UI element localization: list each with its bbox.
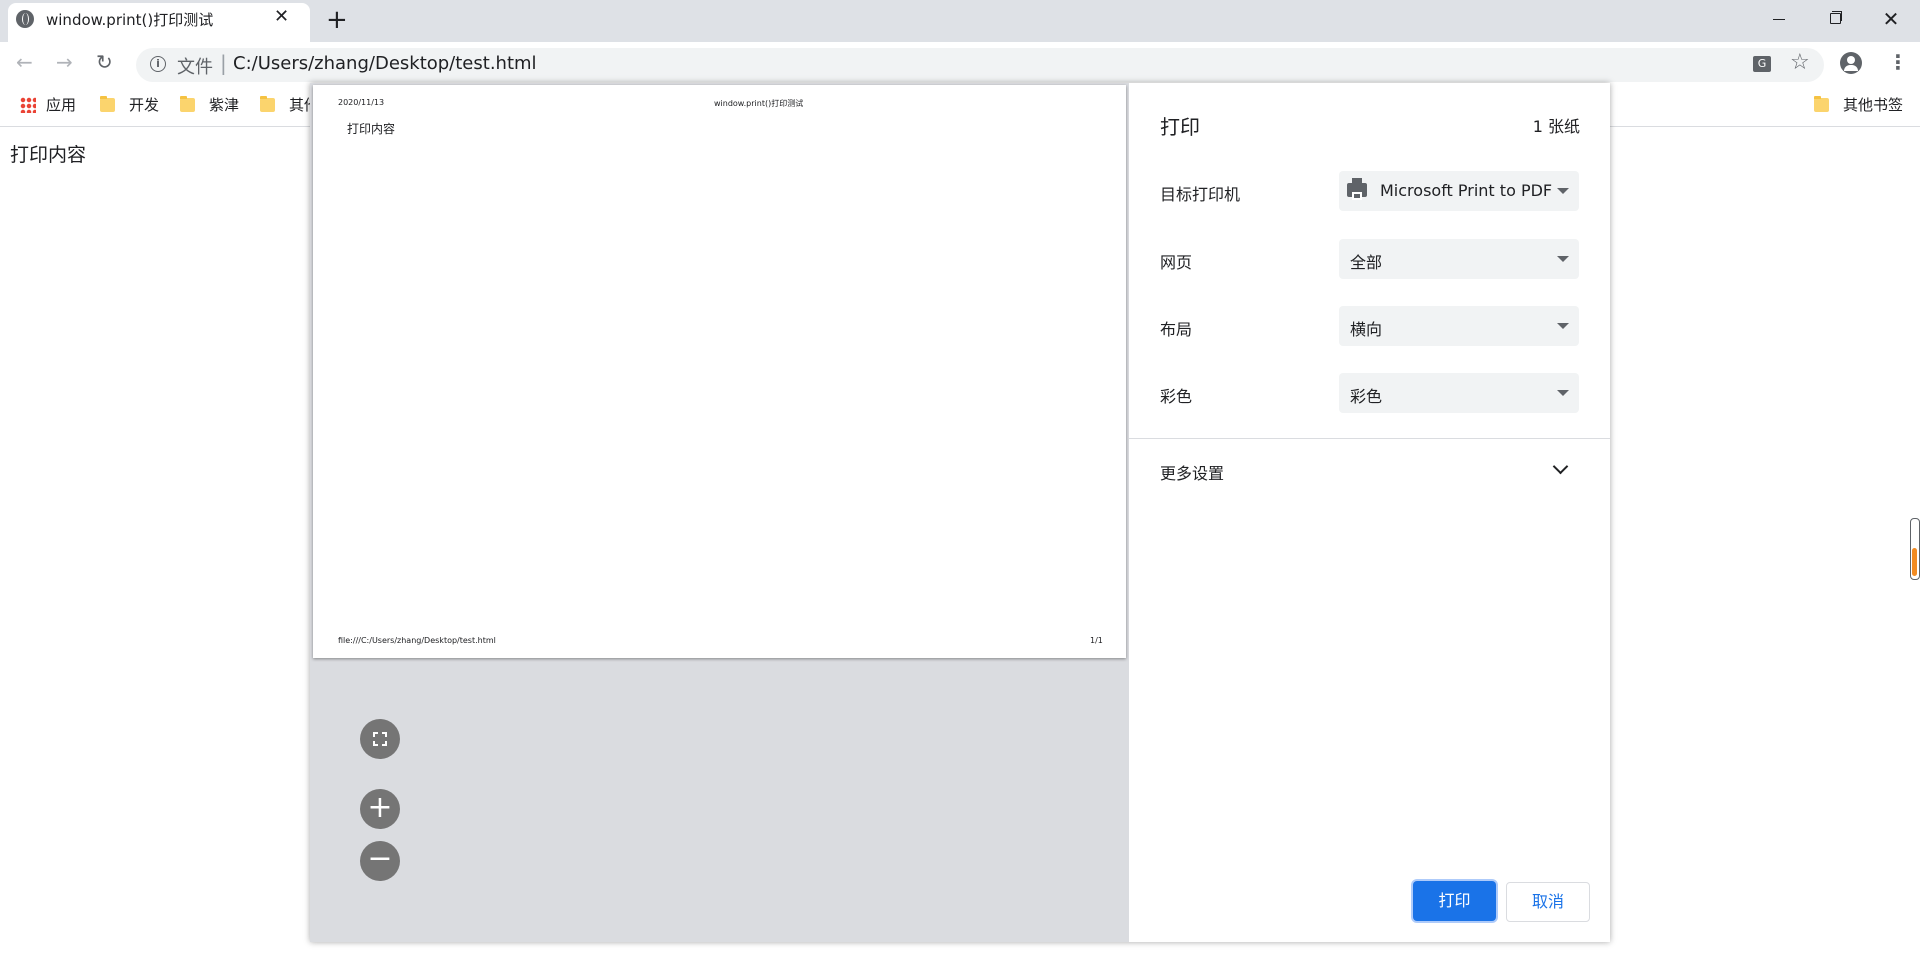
dropdown-arrow-icon — [1557, 390, 1569, 396]
back-arrow-icon[interactable]: ← — [16, 50, 33, 74]
address-scheme-label: 文件 — [177, 57, 213, 78]
profile-avatar-icon[interactable] — [1840, 52, 1862, 74]
new-tab-button[interactable]: + — [326, 5, 348, 35]
tab-close-icon[interactable]: ✕ — [274, 6, 289, 27]
address-separator: | — [220, 51, 227, 75]
preview-footer-url: file:///C:/Users/zhang/Desktop/test.html — [338, 636, 496, 645]
page-content-text: 打印内容 — [10, 144, 87, 166]
fit-icon — [372, 731, 388, 747]
translate-icon[interactable]: G — [1753, 56, 1771, 72]
other-bookmarks[interactable]: 其他书签 — [1814, 94, 1903, 116]
globe-icon — [16, 10, 34, 28]
print-button[interactable]: 打印 — [1413, 881, 1496, 921]
folder-icon — [100, 96, 115, 112]
layout-value: 横向 — [1350, 320, 1383, 339]
restore-button[interactable] — [1812, 4, 1858, 34]
bookmark-label: 紫津 — [209, 96, 240, 114]
preview-header-title: window.print()打印测试 — [714, 99, 804, 108]
pages-value: 全部 — [1350, 253, 1383, 272]
bookmark-label: 其他书签 — [1843, 96, 1904, 114]
dropdown-arrow-icon — [1557, 256, 1569, 262]
forward-arrow-icon[interactable]: → — [56, 50, 73, 74]
print-title: 打印 — [1160, 115, 1200, 139]
address-url[interactable]: C:/Users/zhang/Desktop/test.html — [233, 53, 537, 74]
minimize-button[interactable] — [1756, 4, 1802, 34]
layout-select[interactable]: 横向 — [1339, 306, 1579, 346]
bookmark-apps[interactable]: 应用 — [46, 94, 76, 116]
preview-body-text: 打印内容 — [347, 122, 396, 136]
printer-select[interactable]: Microsoft Print to PDF — [1339, 171, 1579, 211]
printer-value: Microsoft Print to PDF — [1380, 181, 1553, 200]
bookmark-label: 开发 — [129, 96, 160, 114]
apps-grid-icon[interactable] — [20, 97, 36, 113]
preview-header-date: 2020/11/13 — [338, 98, 385, 107]
reload-icon[interactable]: ↻ — [96, 50, 113, 74]
pages-label: 网页 — [1160, 253, 1193, 272]
more-settings-toggle[interactable]: 更多设置 — [1160, 460, 1224, 484]
layout-label: 布局 — [1160, 320, 1193, 339]
settings-divider — [1129, 438, 1610, 439]
zoom-in-button[interactable]: + — [360, 789, 400, 829]
bookmark-folder-dev[interactable]: 开发 — [100, 94, 159, 116]
printer-icon — [1347, 178, 1367, 200]
scrollbar-indicator — [1912, 548, 1917, 576]
dropdown-arrow-icon — [1557, 188, 1569, 194]
cancel-button[interactable]: 取消 — [1506, 882, 1590, 922]
menu-kebab-icon[interactable]: ⋮ — [1888, 50, 1908, 74]
preview-footer-page: 1/1 — [1090, 636, 1103, 645]
preview-page — [313, 85, 1126, 658]
print-settings-panel — [1129, 83, 1610, 942]
fit-to-page-button[interactable] — [360, 719, 400, 759]
tab-title: window.print()打印测试 — [46, 11, 214, 29]
folder-icon — [1814, 96, 1829, 112]
zoom-out-button[interactable]: − — [360, 841, 400, 881]
color-select[interactable]: 彩色 — [1339, 373, 1579, 413]
folder-icon — [180, 96, 195, 112]
info-icon[interactable]: i — [150, 56, 166, 72]
window-close-button[interactable]: ✕ — [1868, 4, 1914, 34]
folder-icon — [260, 96, 275, 112]
sheet-count: 1 张纸 — [1532, 117, 1580, 136]
color-value: 彩色 — [1350, 387, 1383, 406]
color-label: 彩色 — [1160, 387, 1193, 406]
printer-label: 目标打印机 — [1160, 185, 1241, 204]
pages-select[interactable]: 全部 — [1339, 239, 1579, 279]
dropdown-arrow-icon — [1557, 323, 1569, 329]
bookmark-star-icon[interactable]: ☆ — [1790, 50, 1810, 75]
bookmark-folder-zijin[interactable]: 紫津 — [180, 94, 239, 116]
